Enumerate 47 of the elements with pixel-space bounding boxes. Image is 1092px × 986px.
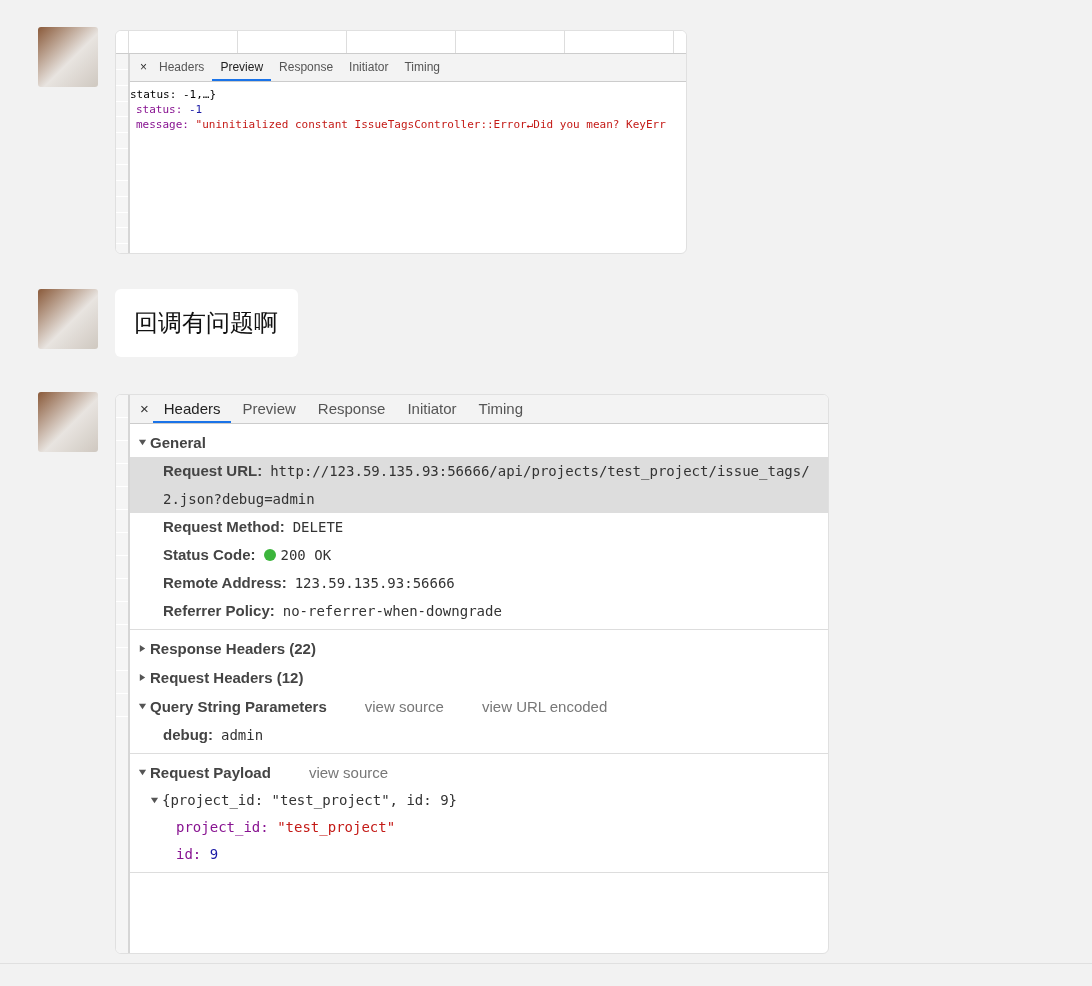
- json-property: project_id: "test_project": [175, 818, 397, 838]
- json-property: status: -1: [135, 102, 203, 117]
- json-property: id: 9: [175, 845, 220, 864]
- section-title[interactable]: Request Payload: [150, 764, 271, 781]
- close-button[interactable]: ×: [136, 54, 151, 81]
- section-title[interactable]: Response Headers (22): [150, 640, 316, 657]
- expanded-triangle-icon[interactable]: [150, 796, 159, 805]
- tab[interactable]: Headers: [151, 54, 213, 81]
- avatar-photo: [38, 289, 98, 349]
- header-value: DELETE: [292, 519, 344, 535]
- header-value: 123.59.135.93:56666: [294, 575, 455, 591]
- expanded-triangle-icon[interactable]: [138, 768, 147, 777]
- header-label: Referrer Policy:: [163, 602, 275, 619]
- header-value: no-referrer-when-downgrade: [282, 603, 502, 619]
- header-value: 200 OK: [280, 547, 332, 563]
- chat-bubble: 回调有问题啊: [115, 289, 298, 357]
- json-summary: status: -1,…}: [130, 87, 217, 102]
- view-link[interactable]: view source: [364, 698, 444, 715]
- json-summary: {project_id: "test_project", id: 9}: [162, 791, 457, 811]
- avatar-photo: [38, 27, 98, 87]
- section-title[interactable]: Query String Parameters: [150, 698, 327, 715]
- section-title[interactable]: General: [150, 434, 206, 451]
- tab[interactable]: Initiator: [396, 395, 468, 423]
- header-label: Request Method:: [163, 518, 285, 535]
- tab[interactable]: Timing: [396, 54, 449, 81]
- tab[interactable]: Headers: [152, 395, 232, 423]
- tab[interactable]: Timing: [467, 395, 535, 423]
- close-button[interactable]: ×: [136, 395, 153, 423]
- header-label: Status Code:: [163, 546, 256, 563]
- tab[interactable]: Preview: [231, 395, 307, 423]
- expanded-triangle-icon[interactable]: [138, 702, 147, 711]
- header-label: Remote Address:: [163, 574, 287, 591]
- avatar-photo: [38, 392, 98, 452]
- tab[interactable]: Initiator: [341, 54, 397, 81]
- view-link[interactable]: view source: [308, 764, 389, 781]
- view-link[interactable]: view URL encoded: [481, 698, 608, 715]
- header-label: debug:: [163, 726, 213, 743]
- tab[interactable]: Response: [271, 54, 342, 81]
- header-value: admin: [221, 727, 264, 743]
- collapsed-triangle-icon[interactable]: [138, 673, 147, 682]
- tab[interactable]: Preview: [212, 54, 272, 81]
- highlighted-row: Request URL: http://123.59.135.93:56666/api/projects/test_project/issue_tags/2.json?debug=admin: [130, 457, 828, 513]
- collapsed-triangle-icon[interactable]: [138, 644, 147, 653]
- expanded-triangle-icon[interactable]: [138, 438, 147, 447]
- json-property: message: "uninitialized constant IssueTagsController::Error↵Did you mean? KeyErr: [135, 117, 666, 132]
- tab[interactable]: Response: [306, 395, 397, 423]
- section-title[interactable]: Request Headers (12): [150, 669, 304, 686]
